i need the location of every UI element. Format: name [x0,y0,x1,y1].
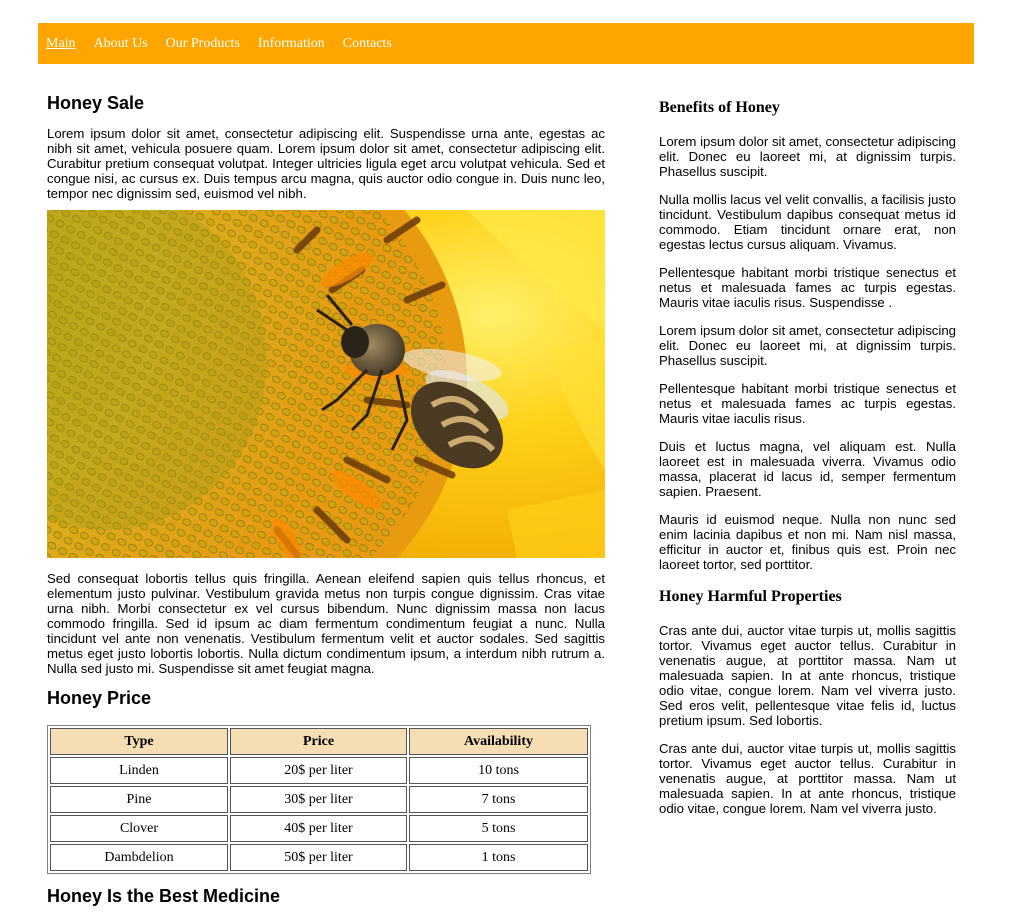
table-header-row: Type Price Availability [50,728,588,755]
cell-type: Pine [50,786,228,813]
nav-link-about-us[interactable]: About Us [94,36,148,52]
nav-link-contacts[interactable]: Contacts [343,36,392,52]
benefits-paragraph: Pellentesque habitant morbi tristique se… [659,381,956,426]
table-row: Dambdelion 50$ per liter 1 tons [50,844,588,871]
intro-paragraph: Lorem ipsum dolor sit amet, consectetur … [47,126,605,201]
harmful-paragraph: Cras ante dui, auctor vitae turpis ut, m… [659,623,956,728]
cell-price: 20$ per liter [230,757,407,784]
cell-price: 50$ per liter [230,844,407,871]
table-row: Pine 30$ per liter 7 tons [50,786,588,813]
header-price: Price [230,728,407,755]
benefits-paragraph: Duis et luctus magna, vel aliquam est. N… [659,439,956,499]
benefits-paragraph: Lorem ipsum dolor sit amet, consectetur … [659,323,956,368]
sidebar: Benefits of Honey Lorem ipsum dolor sit … [659,96,956,829]
cell-price: 40$ per liter [230,815,407,842]
cell-availability: 10 tons [409,757,588,784]
body-paragraph: Sed consequat lobortis tellus quis fring… [47,571,605,676]
table-row: Clover 40$ per liter 5 tons [50,815,588,842]
price-table: Type Price Availability Linden 20$ per l… [47,725,591,874]
cell-price: 30$ per liter [230,786,407,813]
honey-price-heading: Honey Price [47,688,152,708]
benefits-paragraph: Pellentesque habitant morbi tristique se… [659,265,956,310]
top-nav: Main About Us Our Products Information C… [38,23,974,64]
cell-availability: 5 tons [409,815,588,842]
cell-type: Linden [50,757,228,784]
header-availability: Availability [409,728,588,755]
benefits-heading: Benefits of Honey [659,99,780,116]
main-content: Honey Sale Lorem ipsum dolor sit amet, c… [47,90,605,909]
bee-sunflower-image [47,210,605,558]
nav-link-our-products[interactable]: Our Products [166,36,240,52]
header-type: Type [50,728,228,755]
nav-link-main[interactable]: Main [46,36,76,52]
cell-availability: 1 tons [409,844,588,871]
cell-type: Dambdelion [50,844,228,871]
table-row: Linden 20$ per liter 10 tons [50,757,588,784]
nav-link-information[interactable]: Information [258,36,325,52]
harmful-properties-heading: Honey Harmful Properties [659,588,842,605]
benefits-paragraph: Mauris id euismod neque. Nulla non nunc … [659,512,956,572]
benefits-paragraph: Nulla mollis lacus vel velit convallis, … [659,192,956,252]
harmful-paragraph: Cras ante dui, auctor vitae turpis ut, m… [659,741,956,816]
honey-sale-heading: Honey Sale [47,93,145,113]
cell-type: Clover [50,815,228,842]
best-medicine-heading: Honey Is the Best Medicine [47,886,281,906]
cell-availability: 7 tons [409,786,588,813]
benefits-paragraph: Lorem ipsum dolor sit amet, consectetur … [659,134,956,179]
